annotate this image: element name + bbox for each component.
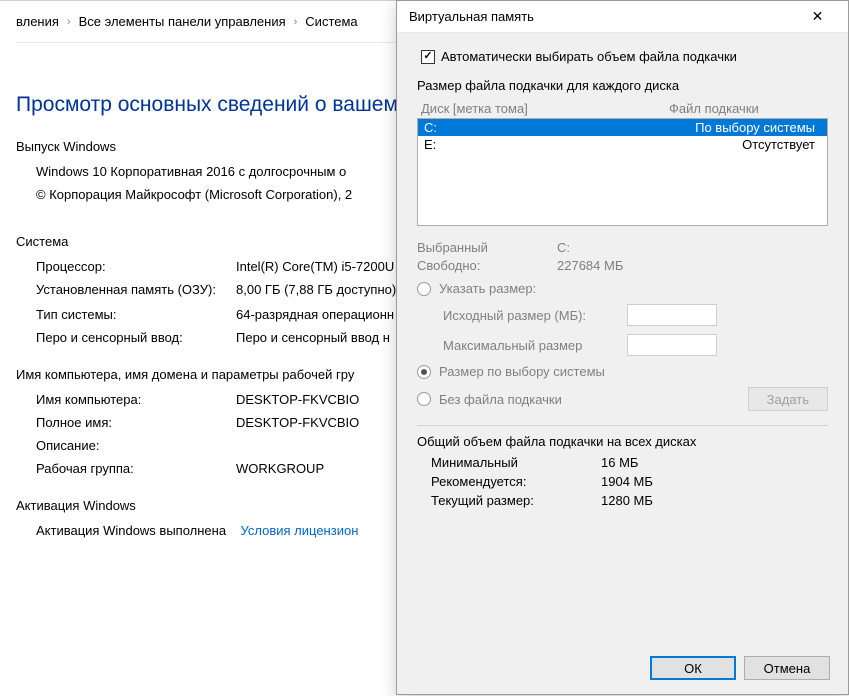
radio-no-pagefile[interactable] [417, 392, 431, 406]
license-link[interactable]: Условия лицензион [241, 523, 359, 538]
workgroup-value: WORKGROUP [236, 461, 324, 476]
recommended-value: 1904 МБ [601, 474, 653, 489]
max-size-label: Максимальный размер [443, 338, 627, 353]
divider [417, 425, 828, 426]
activation-status: Активация Windows выполнена [36, 523, 226, 538]
dialog-title: Виртуальная память [409, 9, 795, 24]
total-group-label: Общий объем файла подкачки на всех диска… [417, 434, 828, 449]
initial-size-label: Исходный размер (МБ): [443, 308, 627, 323]
drive-cell: E: [424, 137, 646, 152]
dialog-titlebar[interactable]: Виртуальная память ✕ [397, 1, 848, 33]
ram-label: Установленная память (ОЗУ): [36, 282, 236, 299]
breadcrumb-item[interactable]: Все элементы панели управления [79, 14, 286, 29]
current-label: Текущий размер: [431, 493, 601, 508]
max-size-input[interactable] [627, 334, 717, 356]
recommended-label: Рекомендуется: [431, 474, 601, 489]
cancel-button[interactable]: Отмена [744, 656, 830, 680]
auto-manage-checkbox[interactable] [421, 50, 435, 64]
computer-name-label: Имя компьютера: [36, 392, 236, 407]
cpu-label: Процессор: [36, 259, 236, 274]
breadcrumb-item[interactable]: вления [16, 14, 59, 29]
col-drive-header: Диск [метка тома] [421, 101, 669, 116]
min-label: Минимальный [431, 455, 601, 470]
pagefile-cell: По выбору системы [646, 120, 821, 135]
virtual-memory-dialog: Виртуальная память ✕ Автоматически выбир… [396, 0, 849, 695]
drive-cell: C: [424, 120, 646, 135]
workgroup-label: Рабочая группа: [36, 461, 236, 476]
close-button[interactable]: ✕ [795, 3, 840, 31]
free-space-value: 227684 МБ [557, 258, 623, 273]
ram-value: 8,00 ГБ (7,88 ГБ доступно) [236, 282, 396, 297]
radio-system-label: Размер по выбору системы [439, 364, 605, 379]
radio-custom-size[interactable] [417, 282, 431, 296]
drive-row-c[interactable]: C: По выбору системы [418, 119, 827, 136]
full-name-value: DESKTOP-FKVCBIO [236, 415, 359, 430]
ok-button[interactable]: ОК [650, 656, 736, 680]
description-label: Описание: [36, 438, 236, 453]
type-label: Тип системы: [36, 307, 236, 322]
close-icon: ✕ [812, 8, 824, 25]
radio-no-label: Без файла подкачки [439, 392, 562, 407]
selected-drive-label: Выбранный [417, 240, 557, 255]
pagefile-cell: Отсутствует [646, 137, 821, 152]
pen-label: Перо и сенсорный ввод: [36, 330, 236, 345]
initial-size-input[interactable] [627, 304, 717, 326]
auto-manage-label: Автоматически выбирать объем файла подка… [441, 49, 737, 64]
set-button[interactable]: Задать [748, 387, 828, 411]
radio-custom-label: Указать размер: [439, 281, 536, 296]
cpu-value: Intel(R) Core(TM) i5-7200U [236, 259, 394, 274]
current-value: 1280 МБ [601, 493, 653, 508]
selected-drive-value: C: [557, 240, 570, 255]
per-drive-group-label: Размер файла подкачки для каждого диска [417, 78, 828, 93]
chevron-right-icon: › [292, 16, 300, 28]
computer-name-value: DESKTOP-FKVCBIO [236, 392, 359, 407]
min-value: 16 МБ [601, 455, 638, 470]
pen-value: Перо и сенсорный ввод н [236, 330, 390, 345]
type-value: 64-разрядная операционн [236, 307, 394, 322]
chevron-right-icon: › [65, 16, 73, 28]
radio-system-managed[interactable] [417, 365, 431, 379]
drives-listbox[interactable]: C: По выбору системы E: Отсутствует [417, 118, 828, 226]
breadcrumb-item[interactable]: Система [305, 14, 357, 29]
full-name-label: Полное имя: [36, 415, 236, 430]
free-space-label: Свободно: [417, 258, 557, 273]
drive-row-e[interactable]: E: Отсутствует [418, 136, 827, 153]
col-file-header: Файл подкачки [669, 101, 824, 116]
